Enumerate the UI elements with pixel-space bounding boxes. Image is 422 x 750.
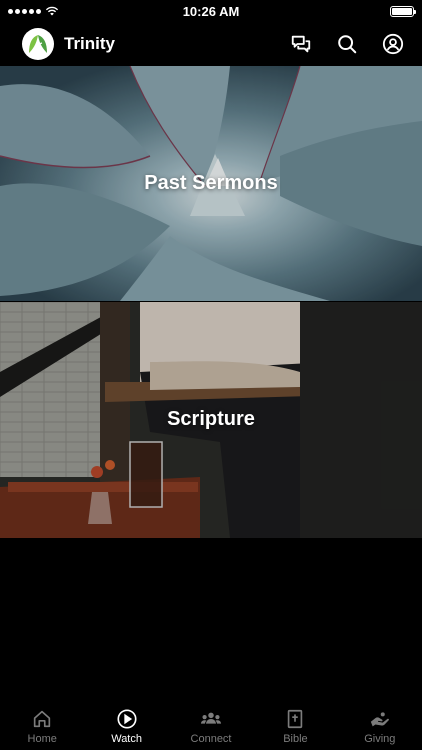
- home-icon: [34, 710, 51, 728]
- past-sermons-card[interactable]: Past Sermons: [0, 66, 422, 301]
- giving-hand-icon: [370, 712, 389, 727]
- tab-giving[interactable]: Giving: [338, 700, 422, 750]
- status-time: 10:26 AM: [182, 3, 240, 19]
- bible-icon: [288, 709, 303, 729]
- tab-giving-label: Giving: [364, 733, 396, 745]
- app-header: Trinity: [0, 22, 422, 66]
- tab-bible[interactable]: Bible: [253, 700, 337, 750]
- tab-bible-label: Bible: [283, 733, 308, 745]
- tab-home-label: Home: [27, 733, 57, 745]
- tab-watch[interactable]: Watch: [84, 700, 168, 750]
- past-sermons-label: Past Sermons: [144, 172, 278, 194]
- header-actions: [290, 33, 404, 55]
- signal-icon: [8, 8, 41, 14]
- tab-connect[interactable]: Connect: [169, 700, 253, 750]
- tab-watch-label: Watch: [111, 733, 142, 745]
- wifi-icon: [45, 6, 59, 16]
- battery-icon: [390, 5, 416, 17]
- app-title: Trinity: [64, 34, 116, 53]
- tab-connect-label: Connect: [190, 733, 232, 745]
- profile-icon[interactable]: [382, 33, 404, 55]
- play-icon: [117, 709, 137, 729]
- tab-home[interactable]: Home: [0, 700, 84, 750]
- people-icon: [200, 712, 222, 724]
- status-bar: 10:26 AM: [0, 0, 422, 22]
- chat-icon[interactable]: [290, 33, 312, 55]
- scripture-label: Scripture: [167, 408, 255, 430]
- bottom-tab-bar: Home Watch Connect Bible Giving: [0, 700, 422, 750]
- status-indicators: [8, 6, 59, 16]
- church-logo[interactable]: [22, 28, 54, 60]
- scripture-card[interactable]: Scripture: [0, 302, 422, 538]
- leaf-logo-icon: [29, 35, 47, 53]
- search-icon[interactable]: [336, 33, 358, 55]
